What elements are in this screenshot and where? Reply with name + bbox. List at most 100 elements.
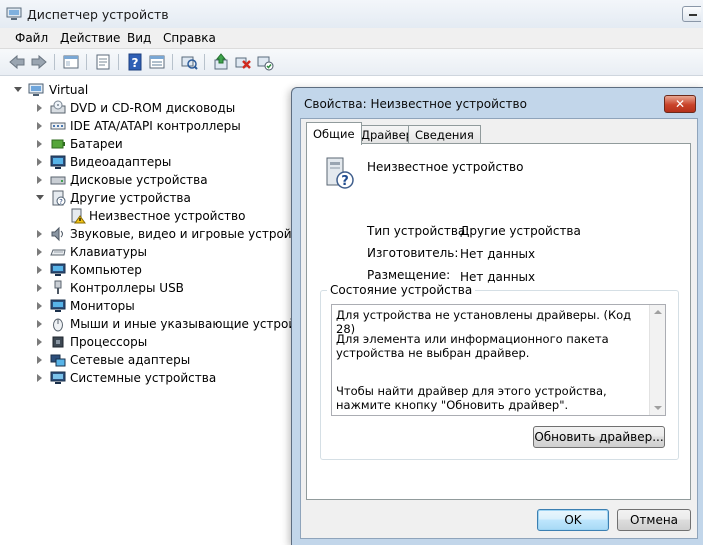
tree-item-label: Звуковые, видео и игровые устройства [70,227,320,241]
location-value: Нет данных [460,270,536,284]
properties-dialog: Свойства: Неизвестное устройство ✕ Общие… [291,87,703,545]
expand-arrow-icon[interactable] [37,248,42,256]
cancel-button[interactable]: Отмена [617,509,691,531]
tree-item-mice[interactable]: Мыши и иные указывающие устройства [34,315,300,333]
tree-item-monitors[interactable]: Мониторы [34,297,294,315]
status-scrollbar[interactable] [649,305,665,415]
tree-item-computer[interactable]: Компьютер [34,261,294,279]
device-manager-icon [6,7,22,20]
tree-item-label: DVD и CD-ROM дисководы [70,101,236,115]
network-adapter-icon [50,354,66,367]
menu-file[interactable]: Файл [15,31,48,45]
device-type-value: Другие устройства [460,224,581,238]
tree-item-system[interactable]: Системные устройства [34,369,294,387]
minimize-button[interactable] [682,6,701,22]
tree-item-display[interactable]: Видеоадаптеры [34,153,294,171]
monitor-icon [50,299,66,312]
computer-icon [28,83,44,96]
menu-action[interactable]: Действие [60,31,120,45]
tree-root[interactable]: Virtual [14,81,154,99]
help-icon[interactable]: ? [126,53,144,71]
expand-arrow-icon[interactable] [37,176,42,184]
dialog-title: Свойства: Неизвестное устройство [304,97,527,111]
tree-item-keyboards[interactable]: Клавиатуры [34,243,294,261]
expand-arrow-icon[interactable] [37,284,42,292]
scroll-down-arrow-icon[interactable] [654,406,662,410]
tree-item-ide[interactable]: IDE ATA/ATAPI контроллеры [34,117,294,135]
tree-item-label: Другие устройства [70,191,191,205]
collapse-arrow-icon[interactable] [36,195,44,200]
tree-item-processors[interactable]: Процессоры [34,333,294,351]
update-driver-button[interactable]: Обновить драйвер... [533,426,665,448]
device-type-label: Тип устройства: [367,224,470,238]
collapse-arrow-icon[interactable] [14,87,22,92]
tree-item-batteries[interactable]: Батареи [34,135,294,153]
expand-arrow-icon[interactable] [37,356,42,364]
tree-item-label: Компьютер [70,263,142,277]
tree-item-other-devices[interactable]: ? Другие устройства [34,189,294,207]
back-icon[interactable] [8,53,26,71]
expand-arrow-icon[interactable] [37,104,42,112]
tab-details[interactable]: Сведения [408,125,481,144]
manufacturer-value: Нет данных [460,247,536,261]
speaker-icon [51,226,63,242]
update-driver-icon[interactable] [212,53,230,71]
mouse-icon [53,318,63,332]
menu-help[interactable]: Справка [163,31,216,45]
tree-item-label: Процессоры [70,335,148,349]
menu-bar: Файл Действие Вид Справка [0,28,703,49]
menu-view[interactable]: Вид [127,31,151,45]
svg-text:?: ? [59,198,63,206]
window-titlebar: Диспетчер устройств [0,0,703,29]
expand-arrow-icon[interactable] [37,140,42,148]
device-status-textbox[interactable]: Для устройства не установлены драйверы. … [331,304,666,416]
properties-icon[interactable] [94,53,112,71]
expand-arrow-icon[interactable] [37,302,42,310]
toolbar-separator [86,54,87,70]
disk-drive-icon [50,176,66,185]
scan-hardware-icon[interactable] [180,53,198,71]
unknown-device-icon: ? [326,157,354,189]
toolbar-separator [204,54,205,70]
tab-panel-general: ? Неизвестное устройство Тип устройства:… [306,143,691,500]
expand-arrow-icon[interactable] [37,158,42,166]
tree-item-label: IDE ATA/ATAPI контроллеры [70,119,241,133]
close-button[interactable]: ✕ [664,95,696,113]
tree-item-disks[interactable]: Дисковые устройства [34,171,294,189]
tree-item-unknown-device[interactable]: Неизвестное устройство [54,207,294,225]
expand-arrow-icon[interactable] [37,320,42,328]
device-tree: Virtual DVD и CD-ROM дисководы IDE ATA/A… [0,76,320,544]
processor-icon [52,336,64,348]
expand-arrow-icon[interactable] [37,338,42,346]
show-hide-tree-icon[interactable] [62,53,80,71]
usb-icon [54,280,62,294]
enable-device-icon[interactable] [256,53,274,71]
tree-item-usb[interactable]: Контроллеры USB [34,279,294,297]
dialog-body: Общие Драйвер Сведения ? Неизвестное уст… [300,118,698,539]
window-title: Диспетчер устройств [27,7,169,22]
expand-arrow-icon[interactable] [37,266,42,274]
tree-item-dvd[interactable]: DVD и CD-ROM дисководы [34,99,294,117]
ok-button[interactable]: OK [537,509,609,531]
tree-item-label: Сетевые адаптеры [70,353,191,367]
device-status-group: Состояние устройства Для устройства не у… [320,283,679,460]
tree-item-sound[interactable]: Звуковые, видео и игровые устройства [34,225,320,243]
tab-general[interactable]: Общие [306,122,362,145]
display-adapter-icon [50,155,66,169]
uninstall-icon[interactable] [234,53,252,71]
tree-item-label: Батареи [70,137,123,151]
scroll-up-arrow-icon[interactable] [654,310,662,314]
svg-text:?: ? [341,174,349,189]
expand-arrow-icon[interactable] [37,122,42,130]
warning-device-icon [71,208,86,224]
location-label: Размещение: [367,268,451,282]
view-icon[interactable] [148,53,166,71]
svg-text:?: ? [132,56,139,70]
expand-arrow-icon[interactable] [37,230,42,238]
forward-icon[interactable] [30,53,48,71]
tree-item-network[interactable]: Сетевые адаптеры [34,351,294,369]
toolbar: ? [0,49,703,76]
expand-arrow-icon[interactable] [37,374,42,382]
tree-item-label: Контроллеры USB [70,281,184,295]
toolbar-separator [118,54,119,70]
